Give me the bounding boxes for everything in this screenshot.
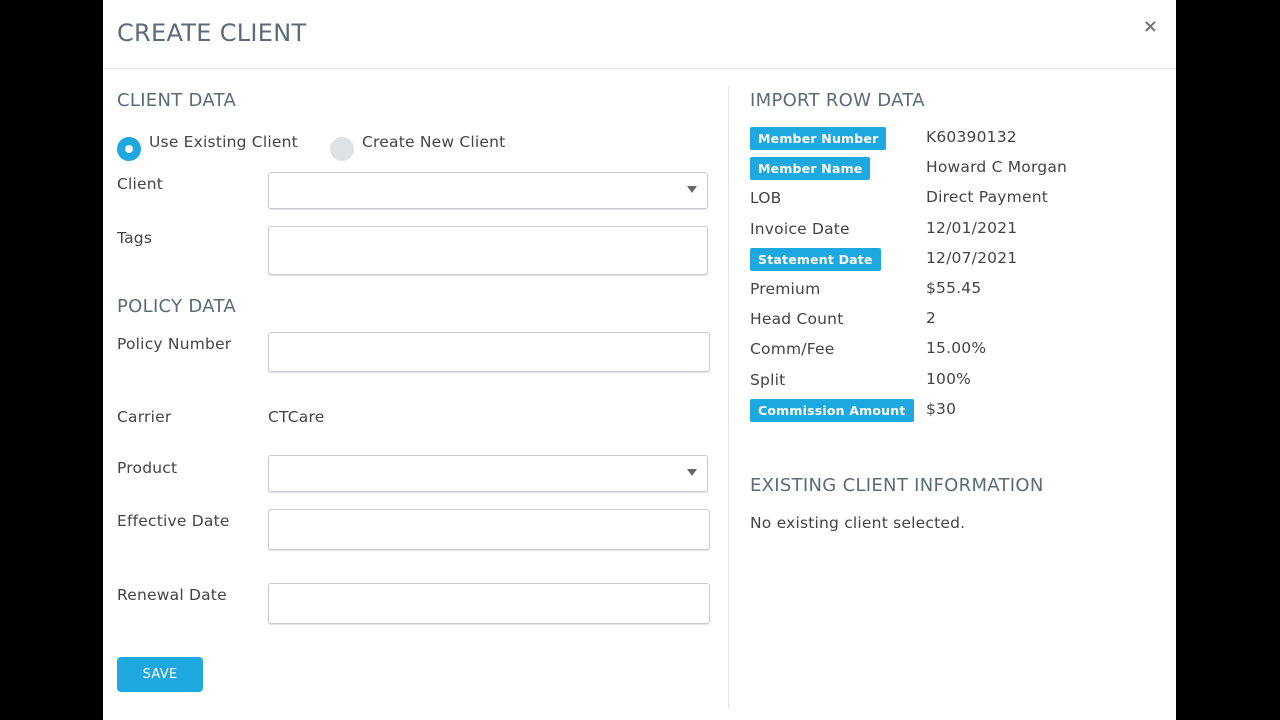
chevron-down-icon <box>687 469 697 476</box>
product-select[interactable] <box>268 455 708 492</box>
tags-input[interactable] <box>268 226 708 275</box>
modal-header: CREATE CLIENT × <box>103 0 1176 69</box>
policy-data-heading: POLICY DATA <box>117 296 236 317</box>
tags-label: Tags <box>117 229 153 247</box>
import-row-value: 12/07/2021 <box>926 249 1018 267</box>
import-row-value: 2 <box>926 309 937 327</box>
modal-title: CREATE CLIENT <box>117 19 307 47</box>
existing-client-message: No existing client selected. <box>750 514 966 532</box>
import-row-label: Invoice Date <box>750 220 850 238</box>
policy-number-label: Policy Number <box>117 335 232 353</box>
use-existing-client-radio[interactable] <box>117 137 141 161</box>
import-row-value: $30 <box>926 400 957 418</box>
import-row-label: LOB <box>750 189 782 207</box>
product-label: Product <box>117 459 178 477</box>
column-divider <box>728 86 729 708</box>
close-icon[interactable]: × <box>1143 17 1158 37</box>
import-row-label: Head Count <box>750 310 844 328</box>
client-data-heading: CLIENT DATA <box>117 90 237 111</box>
create-new-client-radio[interactable] <box>330 137 354 161</box>
import-row-value: $55.45 <box>926 279 982 297</box>
import-row-label: Premium <box>750 280 821 298</box>
use-existing-client-label[interactable]: Use Existing Client <box>149 133 298 151</box>
import-row-label: Commission Amount <box>750 399 914 422</box>
policy-number-input[interactable] <box>268 332 710 372</box>
effective-date-label: Effective Date <box>117 512 230 530</box>
import-row-label: Split <box>750 371 786 389</box>
carrier-value: CTCare <box>268 408 325 426</box>
renewal-date-input[interactable] <box>268 583 710 624</box>
client-select[interactable] <box>268 172 708 209</box>
import-row-label: Member Number <box>750 127 887 150</box>
import-row-data-heading: IMPORT ROW DATA <box>750 90 925 111</box>
import-row-value: Direct Payment <box>926 188 1048 206</box>
import-row-value: 15.00% <box>926 339 987 357</box>
carrier-label: Carrier <box>117 408 172 426</box>
import-row-value: 12/01/2021 <box>926 219 1018 237</box>
effective-date-input[interactable] <box>268 509 710 550</box>
create-new-client-label[interactable]: Create New Client <box>362 133 505 151</box>
import-row-label: Member Name <box>750 157 871 180</box>
create-client-modal: CREATE CLIENT × CLIENT DATA Use Existing… <box>103 0 1176 720</box>
save-button[interactable]: SAVE <box>117 657 203 692</box>
import-row-label: Statement Date <box>750 248 881 271</box>
import-row-value: 100% <box>926 370 972 388</box>
client-label: Client <box>117 175 164 193</box>
import-row-label: Comm/Fee <box>750 340 835 358</box>
import-row-value: Howard C Morgan <box>926 158 1068 176</box>
chevron-down-icon <box>687 186 697 193</box>
existing-client-heading: EXISTING CLIENT INFORMATION <box>750 475 1044 496</box>
import-row-value: K60390132 <box>926 128 1017 146</box>
renewal-date-label: Renewal Date <box>117 586 227 604</box>
